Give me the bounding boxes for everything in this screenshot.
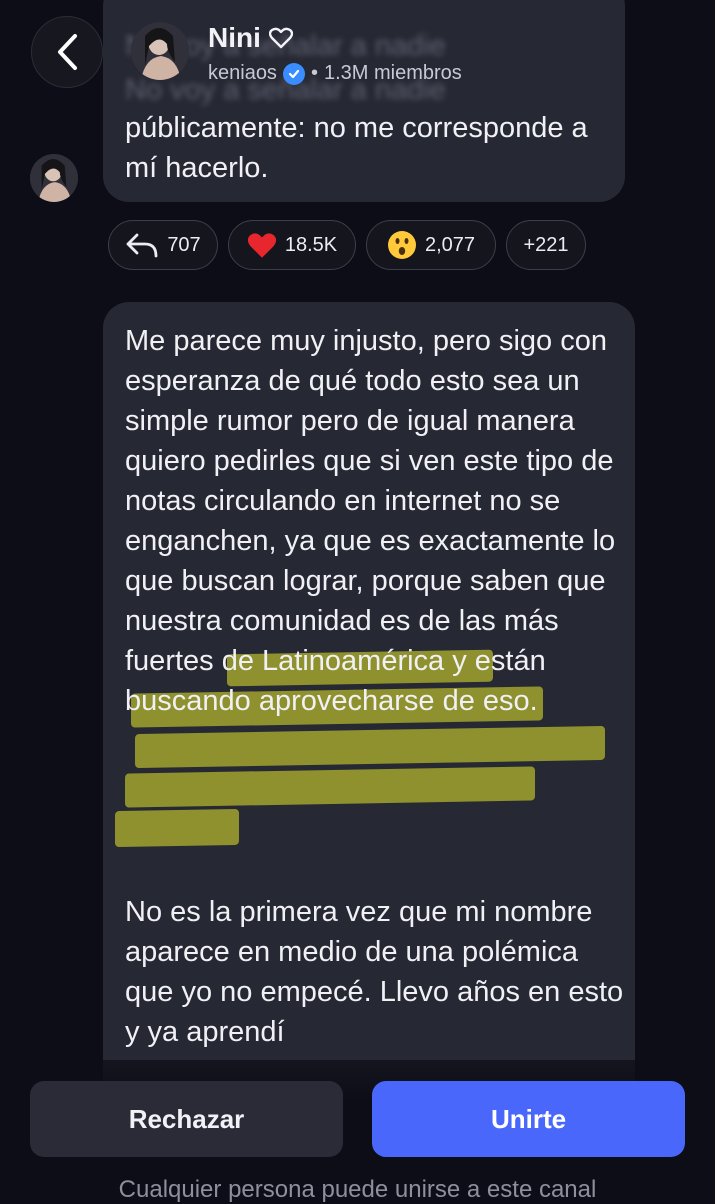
heart-outline-icon: [268, 27, 293, 49]
more-reactions-chip[interactable]: +221: [506, 220, 586, 270]
surprised-face-emoji: [387, 231, 416, 259]
channel-subtitle: keniaos • 1.3M miembros: [208, 62, 462, 85]
reaction-chip-heart[interactable]: 18.5K: [228, 220, 356, 270]
channel-title: Nini: [208, 22, 293, 54]
channel-avatar[interactable]: [131, 22, 189, 80]
reaction-count: 18.5K: [284, 233, 338, 256]
channel-handle: keniaos: [208, 62, 277, 84]
reaction-count: 707: [167, 233, 201, 256]
highlight-mark: [135, 725, 605, 769]
join-button[interactable]: Unirte: [372, 1081, 685, 1157]
highlight-mark: [125, 766, 535, 808]
message-bubble[interactable]: Me parece muy injusto, pero sigo con esp…: [103, 302, 635, 1102]
message-paragraph: No es la primera vez que mi nombre apare…: [125, 896, 624, 1048]
back-button[interactable]: [31, 16, 103, 88]
reaction-count: +221: [523, 233, 569, 256]
reply-count-chip[interactable]: 707: [108, 220, 218, 270]
reject-button[interactable]: Rechazar: [30, 1081, 343, 1157]
separator-dot: •: [310, 62, 318, 84]
reaction-count: 2,077: [424, 233, 476, 256]
message-text: públicamente: no me corresponde a mí hac…: [125, 112, 588, 184]
chevron-left-icon: [58, 34, 77, 70]
reply-icon: [126, 233, 158, 258]
verified-badge-icon: [282, 62, 305, 85]
member-count: 1.3M miembros: [323, 62, 462, 84]
highlight-mark: [115, 808, 239, 848]
channel-name: Nini: [208, 22, 261, 53]
message-text: Me parece muy injusto, pero sigo con esp…: [125, 325, 616, 597]
avatar-image: [30, 154, 78, 202]
avatar-image: [131, 22, 189, 80]
red-heart-emoji: [247, 232, 276, 258]
message-paragraph: Me parece muy injusto, pero sigo con esp…: [125, 321, 625, 721]
sender-avatar[interactable]: [30, 154, 78, 202]
reaction-chip-surprised[interactable]: 2,077: [366, 220, 496, 270]
